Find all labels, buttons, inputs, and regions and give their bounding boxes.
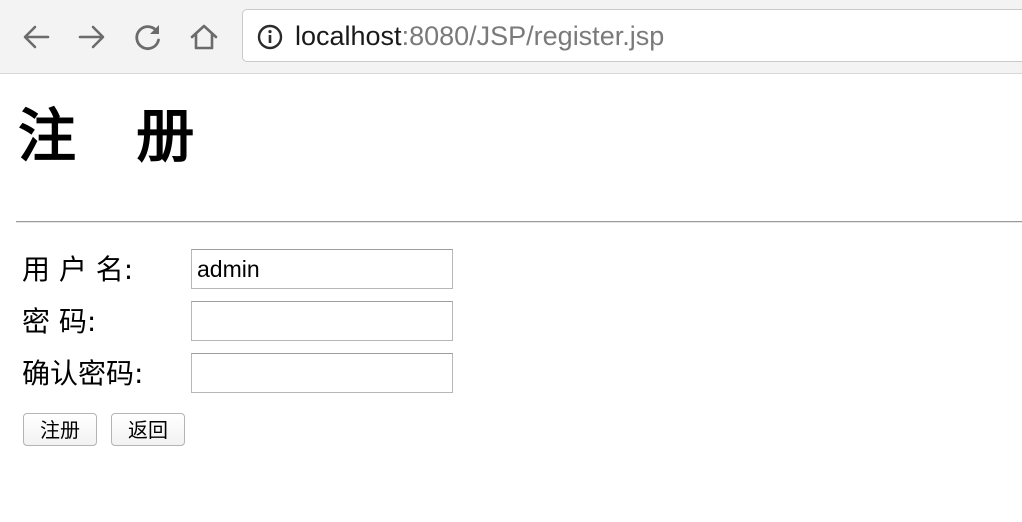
back-button[interactable] xyxy=(19,20,53,54)
username-input[interactable] xyxy=(191,249,453,289)
address-bar[interactable]: localhost:8080/JSP/register.jsp xyxy=(242,9,1022,62)
home-icon xyxy=(190,24,218,50)
browser-toolbar: localhost:8080/JSP/register.jsp xyxy=(0,0,1022,74)
confirm-password-input[interactable] xyxy=(191,353,453,393)
page-title: 注 册 xyxy=(18,102,215,170)
password-input[interactable] xyxy=(191,301,453,341)
forward-button[interactable] xyxy=(75,20,109,54)
url-text: localhost:8080/JSP/register.jsp xyxy=(295,21,664,51)
url-path: :8080/JSP/register.jsp xyxy=(401,21,665,51)
info-icon[interactable] xyxy=(257,24,283,50)
reload-icon xyxy=(135,25,160,50)
back-link-button[interactable]: 返回 xyxy=(111,413,185,446)
url-host: localhost xyxy=(295,21,402,51)
confirm-password-label: 确认密码: xyxy=(22,357,144,390)
password-label: 密 码: xyxy=(22,305,97,338)
reload-button[interactable] xyxy=(131,20,165,54)
arrow-left-icon xyxy=(23,25,50,49)
arrow-right-icon xyxy=(78,25,105,49)
horizontal-rule xyxy=(16,221,1022,223)
home-button[interactable] xyxy=(187,20,221,54)
register-button[interactable]: 注册 xyxy=(23,413,97,446)
username-label: 用 户 名: xyxy=(22,253,134,286)
